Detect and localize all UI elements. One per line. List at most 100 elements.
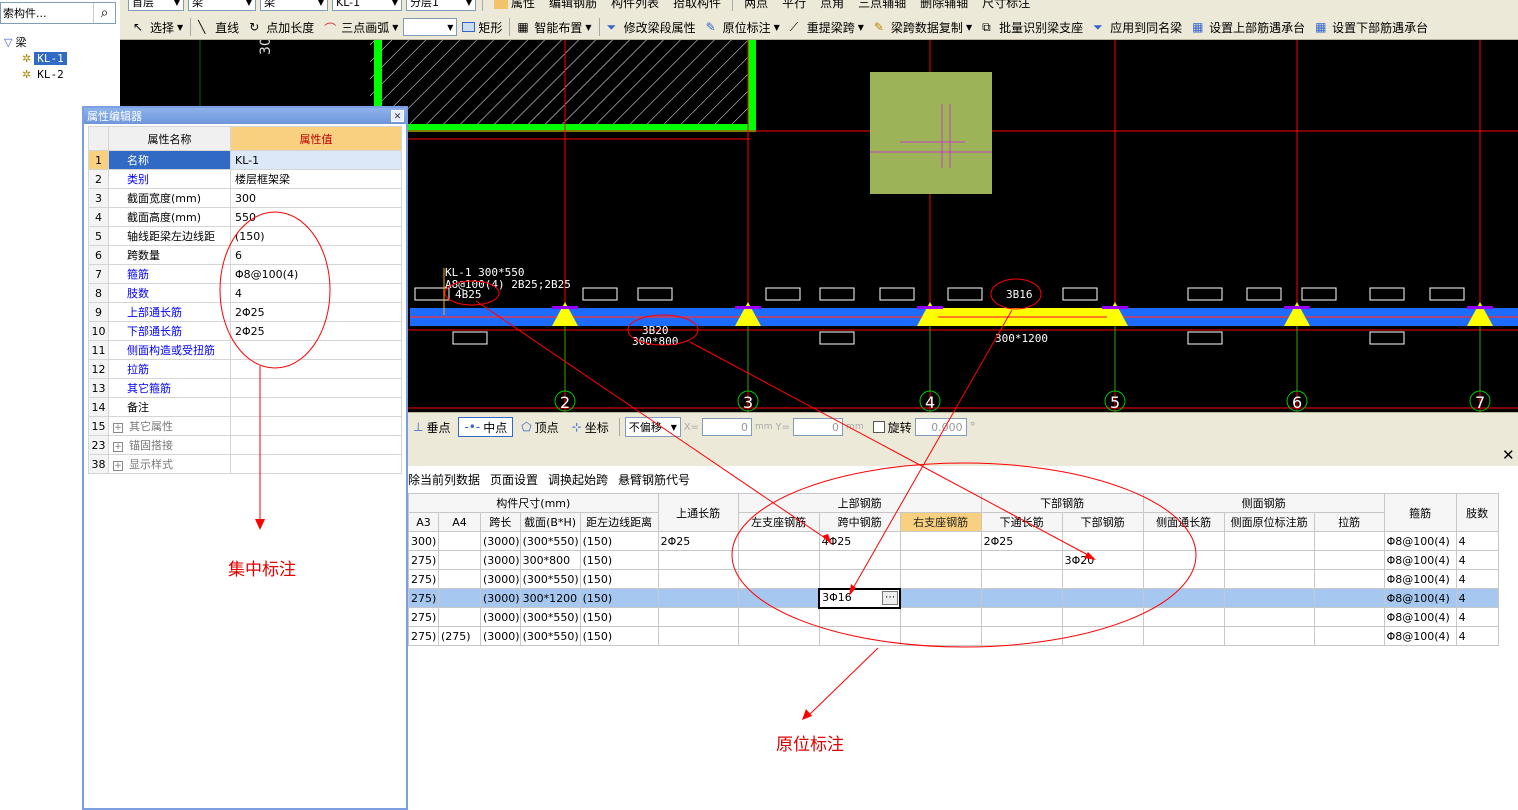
table-cell[interactable] bbox=[657, 626, 739, 646]
type-select[interactable]: 梁 ▼ bbox=[188, 0, 256, 11]
table-cell[interactable]: 275) bbox=[408, 569, 439, 589]
property-row[interactable]: 13 其它箍筋 bbox=[88, 378, 402, 398]
table-cell[interactable]: (3000) bbox=[480, 550, 521, 570]
table-cell[interactable]: 275) bbox=[408, 626, 439, 646]
expand-icon[interactable]: + bbox=[113, 461, 123, 471]
perpendicular-snap[interactable]: ⊥ 垂点 bbox=[408, 417, 455, 437]
table-row[interactable]: 300) (3000) (300*550) (150) 2Φ25 4Φ25 2Φ25 Φ8@1… bbox=[408, 531, 1499, 551]
modify-segment-button[interactable]: ⏷ 修改梁段属性 bbox=[602, 17, 701, 37]
table-cell[interactable] bbox=[1061, 588, 1144, 608]
table-cell[interactable] bbox=[438, 569, 481, 589]
table-cell[interactable] bbox=[1061, 607, 1144, 627]
table-cell[interactable]: (3000) bbox=[480, 588, 521, 608]
table-cell[interactable] bbox=[438, 588, 481, 608]
table-cell[interactable] bbox=[899, 550, 982, 570]
property-row[interactable]: 1 名称 KL-1 bbox=[88, 150, 402, 170]
property-row[interactable]: 12 拉筋 bbox=[88, 359, 402, 379]
table-cell[interactable] bbox=[438, 550, 481, 570]
table-cell[interactable] bbox=[737, 569, 820, 589]
table-cell[interactable] bbox=[818, 607, 901, 627]
table-row[interactable]: 275) (3000) 300*800 (150) 3Φ20 Φ8@100(4) 4 bbox=[408, 550, 1499, 570]
tree-search-box[interactable]: 索构件... ⌕ bbox=[0, 2, 116, 24]
property-value[interactable]: 6 bbox=[230, 245, 402, 265]
table-cell[interactable] bbox=[1313, 626, 1385, 646]
table-cell[interactable]: (150) bbox=[579, 550, 659, 570]
table-cell[interactable] bbox=[1142, 588, 1225, 608]
table-cell[interactable]: (150) bbox=[579, 531, 659, 551]
table-cell[interactable]: 4 bbox=[1455, 569, 1499, 589]
rotate-checkbox[interactable] bbox=[872, 421, 885, 433]
table-cell[interactable]: (150) bbox=[579, 626, 659, 646]
table-cell[interactable] bbox=[980, 550, 1063, 570]
table-cell[interactable] bbox=[899, 588, 982, 608]
table-cell[interactable] bbox=[737, 607, 820, 627]
table-cell[interactable] bbox=[899, 607, 982, 627]
property-value[interactable]: 550 bbox=[230, 207, 402, 227]
table-cell[interactable]: 300*1200 bbox=[519, 588, 581, 608]
table-cell[interactable] bbox=[1223, 569, 1315, 589]
table-cell[interactable] bbox=[1061, 626, 1144, 646]
bottom-cap-button[interactable]: ▦ 设置下部筋遇承台 bbox=[1310, 17, 1433, 37]
table-row[interactable]: 275) (3000) (300*550) (150) Φ8@100(4) 4 bbox=[408, 607, 1499, 627]
table-cell[interactable]: 300*800 bbox=[519, 550, 581, 570]
table-cell[interactable] bbox=[1142, 626, 1225, 646]
table-cell[interactable]: (300*550) bbox=[519, 607, 581, 627]
table-cell[interactable]: Φ8@100(4) bbox=[1383, 626, 1457, 646]
point-length-button[interactable]: ↻ 点加长度 bbox=[244, 17, 319, 37]
table-cell[interactable]: Φ8@100(4) bbox=[1383, 607, 1457, 627]
batch-support-button[interactable]: ⧉ 批量识别梁支座 bbox=[977, 17, 1088, 37]
property-value[interactable] bbox=[230, 435, 402, 455]
arc-param-select[interactable]: ▼ bbox=[403, 18, 458, 36]
dimension-button[interactable]: 尺寸标注 bbox=[977, 0, 1035, 12]
two-point-button[interactable]: 两点 bbox=[739, 0, 773, 12]
re-extract-span-button[interactable]: ⟋ 重提梁跨 ▼ bbox=[785, 17, 869, 37]
table-cell[interactable]: (3000) bbox=[480, 531, 521, 551]
property-value[interactable]: (150) bbox=[230, 226, 402, 246]
table-cell[interactable] bbox=[1223, 550, 1315, 570]
x-input[interactable]: 0 bbox=[702, 418, 752, 436]
property-value[interactable] bbox=[230, 340, 402, 360]
property-row[interactable]: 23 + 锚固搭接 bbox=[88, 435, 402, 455]
table-cell[interactable]: Φ8@100(4) bbox=[1383, 569, 1457, 589]
table-cell[interactable]: 4 bbox=[1455, 607, 1499, 627]
table-cell[interactable] bbox=[1313, 569, 1385, 589]
table-cell[interactable] bbox=[1223, 607, 1315, 627]
table-cell[interactable]: (300*550) bbox=[519, 531, 581, 551]
coordinate-snap[interactable]: ⊹ 坐标 bbox=[567, 417, 614, 437]
edit-rebar-button[interactable]: 编辑钢筋 bbox=[544, 0, 602, 12]
table-cell[interactable] bbox=[1223, 588, 1315, 608]
table-cell[interactable]: 4Φ25 bbox=[818, 531, 901, 551]
table-cell[interactable] bbox=[1142, 569, 1225, 589]
table-cell[interactable]: 2Φ25 bbox=[657, 531, 739, 551]
property-row[interactable]: 8 肢数 4 bbox=[88, 283, 402, 303]
table-cell[interactable] bbox=[657, 588, 739, 608]
property-row[interactable]: 38 + 显示样式 bbox=[88, 454, 402, 474]
table-cell[interactable]: Φ8@100(4) bbox=[1383, 550, 1457, 570]
subtype-select[interactable]: 梁 ▼ bbox=[260, 0, 328, 11]
table-cell[interactable] bbox=[1061, 531, 1144, 551]
table-cell[interactable]: 275) bbox=[408, 607, 439, 627]
select-button[interactable]: ↖ 选择 ▼ bbox=[128, 17, 188, 37]
point-angle-button[interactable]: 点角 bbox=[815, 0, 849, 12]
swap-start-span-button[interactable]: 调换起始跨 bbox=[548, 471, 608, 488]
table-cell[interactable]: 4 bbox=[1455, 550, 1499, 570]
midpoint-snap[interactable]: -•- 中点 bbox=[458, 417, 514, 437]
table-row[interactable]: 275) (275) (3000) (300*550) (150) Φ8@100(4) 4 bbox=[408, 626, 1499, 646]
table-cell[interactable] bbox=[657, 607, 739, 627]
expand-icon[interactable]: + bbox=[113, 423, 123, 433]
table-cell[interactable]: (3000) bbox=[480, 626, 521, 646]
property-value[interactable]: 2Φ25 bbox=[230, 321, 402, 341]
in-situ-mark-button[interactable]: ✎ 原位标注 ▼ bbox=[701, 17, 785, 37]
property-row[interactable]: 2 类别 楼层框架梁 bbox=[88, 169, 402, 189]
property-button[interactable]: 属性 bbox=[489, 0, 540, 12]
table-cell[interactable]: 3Φ20 bbox=[1061, 550, 1144, 570]
element-select[interactable]: KL-1 ▼ bbox=[332, 0, 402, 11]
table-cell[interactable]: (150) bbox=[579, 588, 659, 608]
table-cell[interactable] bbox=[737, 626, 820, 646]
property-value[interactable] bbox=[230, 397, 402, 417]
smart-layout-button[interactable]: ▦ 智能布置 ▼ bbox=[512, 17, 596, 37]
property-value[interactable]: Φ8@100(4) bbox=[230, 264, 402, 284]
table-cell[interactable] bbox=[1142, 550, 1225, 570]
table-cell[interactable] bbox=[1313, 550, 1385, 570]
table-row[interactable]: 275) (3000) (300*550) (150) Φ8@100(4) 4 bbox=[408, 569, 1499, 589]
